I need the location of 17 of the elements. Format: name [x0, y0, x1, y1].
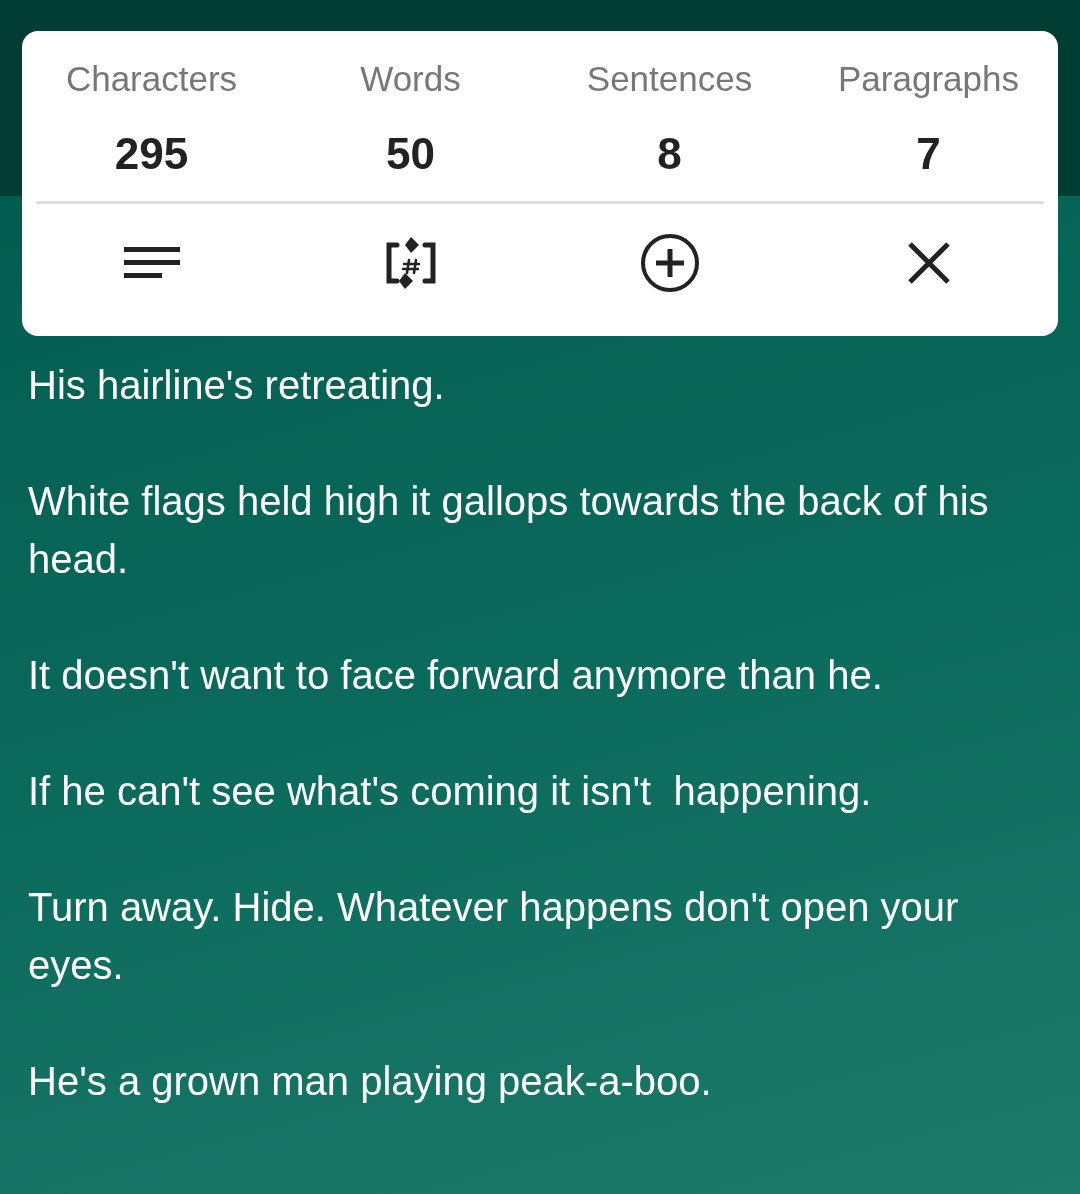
stat-label: Characters — [65, 59, 238, 99]
close-icon — [906, 241, 951, 285]
stat-value: 7 — [916, 129, 941, 179]
stat-value: 8 — [657, 129, 682, 179]
stat-label: Words — [360, 59, 461, 99]
paragraph: Turn away. Hide. Whatever happens don't open your eyes. — [28, 884, 960, 989]
stat-label: Paragraphs — [838, 59, 1019, 99]
paragraph: If he can't see what's coming it isn't happening. — [28, 768, 873, 815]
paragraph: White flags held high it gallops towards the back of his head. — [28, 478, 990, 583]
paragraph: He's a grown man playing peak-a-boo. — [28, 1058, 713, 1105]
stat-value: 50 — [386, 129, 435, 179]
paragraph: His hairline's retreating. — [28, 362, 446, 409]
stat-value: 295 — [114, 129, 189, 179]
stat-label: Sentences — [586, 59, 753, 99]
paragraph: It doesn't want to face forward anymore than he. — [28, 652, 884, 699]
lines-icon — [123, 245, 180, 281]
add-circle-icon — [639, 233, 700, 293]
